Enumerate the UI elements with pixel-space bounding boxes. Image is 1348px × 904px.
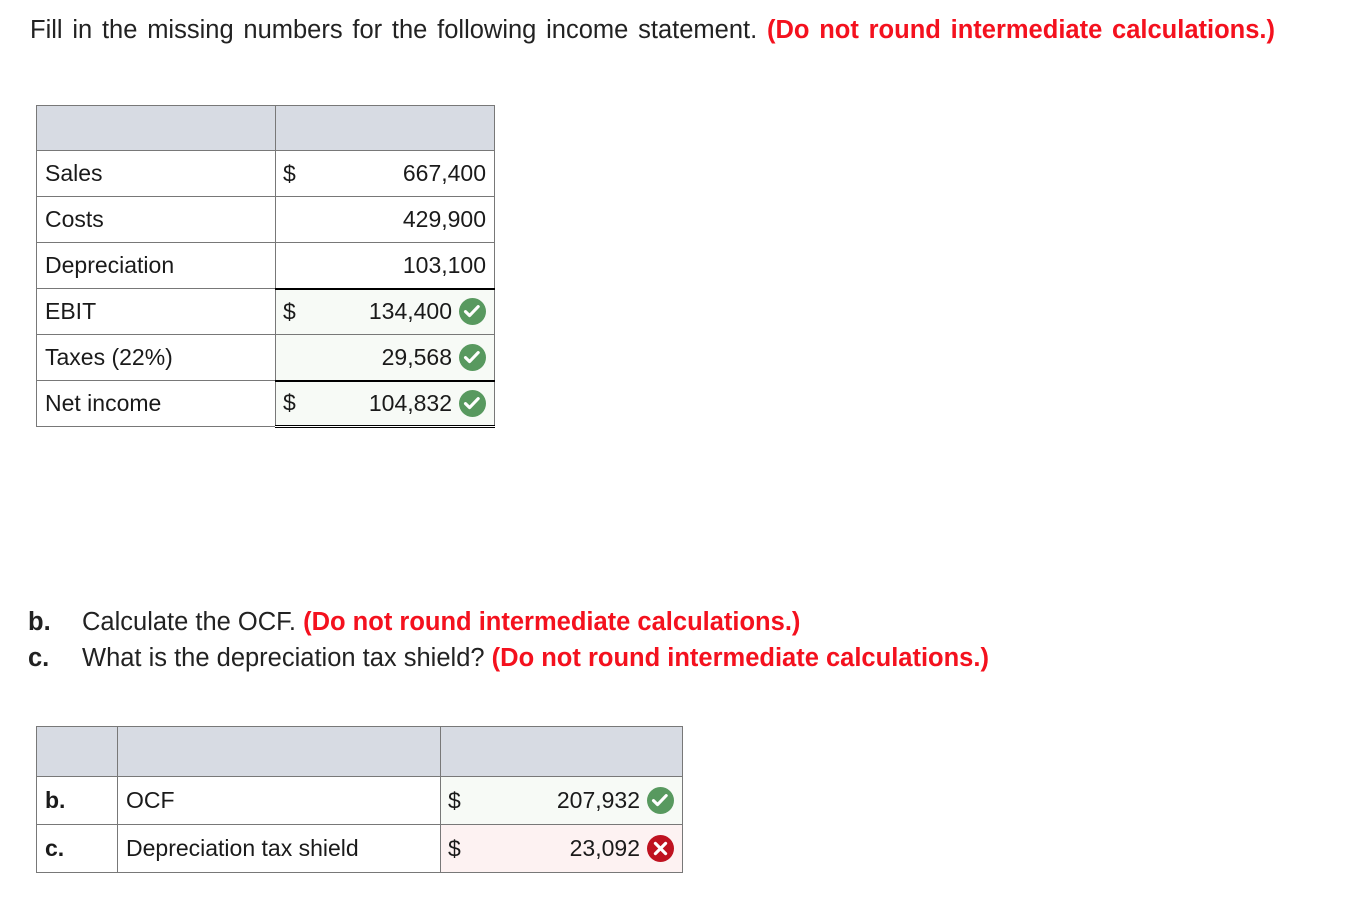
row-label: Depreciation bbox=[36, 242, 276, 289]
table-row: Taxes (22%) 29,568 bbox=[36, 334, 495, 381]
table-row: Net income $104,832 bbox=[36, 379, 495, 428]
row-value: 667,400 bbox=[402, 160, 486, 186]
table-header-row bbox=[36, 105, 495, 151]
sub-question-c-plain: What is the depreciation tax shield? bbox=[82, 644, 485, 672]
answer-cell[interactable]: $134,400 bbox=[275, 287, 495, 335]
sub-question-c-text: What is the depreciation tax shield? (Do… bbox=[82, 640, 1258, 676]
row-label: Taxes (22%) bbox=[36, 334, 276, 381]
header-label-cell bbox=[117, 726, 441, 777]
row-key: c. bbox=[36, 824, 118, 873]
header-value-cell bbox=[440, 726, 683, 777]
currency-symbol: $ bbox=[448, 835, 461, 861]
table-row: Depreciation 103,100 bbox=[36, 242, 495, 289]
row-label: EBIT bbox=[36, 288, 276, 335]
sub-question-b-text: Calculate the OCF. (Do not round interme… bbox=[82, 604, 1258, 640]
sub-question-b-marker: b. bbox=[28, 608, 51, 636]
table-row: Sales $667,400 bbox=[36, 150, 495, 197]
value-cell: 103,100 bbox=[275, 242, 495, 289]
table-row: c. Depreciation tax shield $23,092 bbox=[36, 824, 683, 873]
prompt-red-note: (Do not round intermediate calculations.… bbox=[766, 16, 1275, 44]
sub-question-c: c. What is the depreciation tax shield? … bbox=[28, 640, 1258, 676]
sub-question-c-marker: c. bbox=[28, 644, 50, 672]
currency-symbol: $ bbox=[283, 389, 296, 416]
sub-questions-list: b. Calculate the OCF. (Do not round inte… bbox=[28, 604, 1258, 676]
header-key-cell bbox=[36, 726, 118, 777]
row-value: 207,932 bbox=[556, 787, 640, 813]
answer-cell[interactable]: 29,568 bbox=[275, 334, 495, 381]
answer-cell[interactable]: $23,092 bbox=[440, 824, 683, 873]
answer-cell[interactable]: $207,932 bbox=[440, 776, 683, 825]
row-label: Net income bbox=[36, 380, 276, 427]
table-row: b. OCF $207,932 bbox=[36, 776, 683, 825]
check-circle-icon bbox=[459, 298, 486, 326]
question-prompt: Fill in the missing numbers for the foll… bbox=[30, 12, 1275, 84]
currency-symbol: $ bbox=[448, 787, 461, 813]
table-row: Costs 429,900 bbox=[36, 196, 495, 243]
check-circle-icon bbox=[647, 787, 674, 814]
row-value: 103,100 bbox=[402, 251, 486, 278]
header-label-cell bbox=[36, 105, 276, 151]
table-row: EBIT $134,400 bbox=[36, 287, 495, 335]
row-label: Sales bbox=[36, 150, 276, 197]
header-value-cell bbox=[275, 105, 495, 151]
answer-cell[interactable]: $104,832 bbox=[275, 379, 495, 428]
sub-question-b-red: (Do not round intermediate calculations.… bbox=[303, 608, 801, 636]
value-cell: 429,900 bbox=[275, 196, 495, 243]
row-value: 134,400 bbox=[368, 298, 452, 325]
currency-symbol: $ bbox=[283, 160, 296, 186]
sub-question-b-plain: Calculate the OCF. bbox=[82, 608, 297, 636]
value-cell: $667,400 bbox=[275, 150, 495, 197]
row-key: b. bbox=[36, 776, 118, 825]
row-label: OCF bbox=[117, 776, 441, 825]
answers-table: b. OCF $207,932 c. Depreciation tax shield $2… bbox=[36, 726, 683, 873]
row-label: Depreciation tax shield bbox=[117, 824, 441, 873]
sub-question-c-red: (Do not round intermediate calculations.… bbox=[491, 644, 989, 672]
row-value: 429,900 bbox=[402, 206, 486, 232]
sub-question-b: b. Calculate the OCF. (Do not round inte… bbox=[28, 604, 1258, 640]
row-value: 104,832 bbox=[368, 389, 452, 416]
currency-symbol: $ bbox=[283, 298, 296, 325]
row-label: Costs bbox=[36, 196, 276, 243]
check-circle-icon bbox=[459, 343, 486, 371]
x-circle-icon bbox=[647, 835, 674, 862]
row-value: 23,092 bbox=[569, 835, 640, 861]
table-header-row bbox=[36, 726, 683, 777]
prompt-plain-text: Fill in the missing numbers for the foll… bbox=[30, 16, 758, 44]
check-circle-icon bbox=[459, 389, 486, 417]
row-value: 29,568 bbox=[381, 343, 452, 370]
income-statement-table: Sales $667,400 Costs 429,900 Depreciation 103… bbox=[36, 105, 495, 428]
